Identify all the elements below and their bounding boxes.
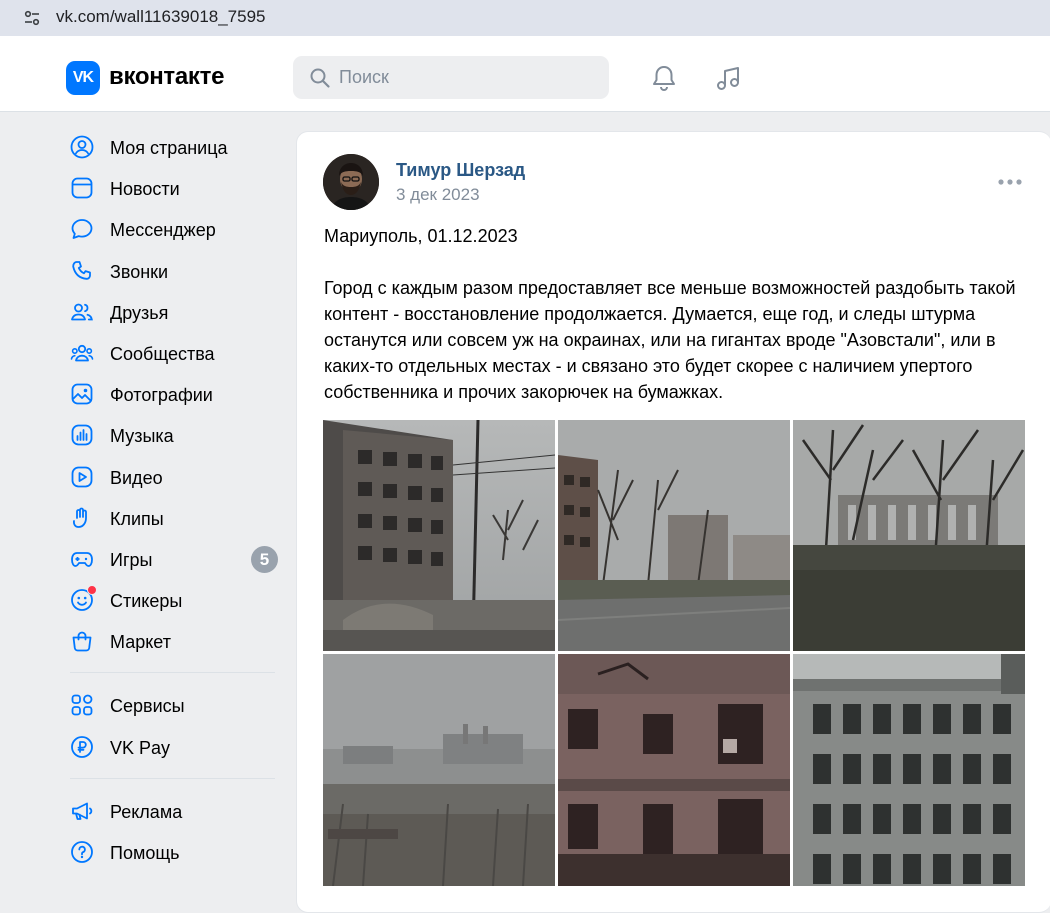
market-bag-icon [72, 631, 92, 652]
services-grid-icon [71, 695, 93, 716]
url-text[interactable]: vk.com/wall11639018_7595 [56, 6, 266, 28]
photo-image [558, 420, 790, 651]
sidebar-item-label: Стикеры [110, 591, 183, 612]
sidebar-item-label: Маркет [110, 632, 171, 653]
sidebar-item-stickers[interactable]: Стикеры [60, 579, 285, 620]
sidebar-item-photos[interactable]: Фотографии [60, 373, 285, 414]
sidebar-item-ads[interactable]: Реклама [60, 790, 285, 831]
sidebar-item-services[interactable]: Сервисы [60, 684, 285, 725]
vk-logo-text[interactable]: вконтакте [109, 63, 224, 91]
wall-post: Тимур Шерзад 3 дек 2023 Мариуполь, 01.12… [296, 131, 1050, 913]
search-box[interactable] [293, 56, 609, 99]
search-input[interactable] [339, 56, 599, 99]
clips-icon [73, 507, 87, 528]
gallery-photo-damaged-building[interactable] [558, 654, 790, 886]
search-icon [310, 68, 330, 88]
photo-icon [71, 383, 93, 405]
author-avatar[interactable] [323, 154, 379, 210]
browser-address-bar[interactable]: vk.com/wall11639018_7595 [0, 0, 1050, 36]
music-bars-icon [71, 424, 93, 446]
sidebar-divider [70, 777, 275, 779]
sidebar-item-label: Клипы [110, 508, 164, 529]
sidebar-item-label: VK Pay [110, 737, 171, 758]
sidebar-item-label: Новости [110, 179, 180, 200]
sidebar-item-my-page[interactable]: Моя страница [60, 126, 285, 167]
sidebar-item-games[interactable]: Игры 5 [60, 538, 285, 579]
sidebar-item-label: Игры [110, 549, 153, 570]
post-date[interactable]: 3 дек 2023 [396, 185, 480, 205]
sidebar-item-label: Сообщества [110, 343, 215, 364]
megaphone-icon [72, 802, 93, 820]
sidebar-item-video[interactable]: Видео [60, 456, 285, 497]
post-text-body: Город с каждым разом предоставляет все м… [324, 278, 1016, 402]
post-text: Мариуполь, 01.12.2023 Город с каждым раз… [324, 223, 1029, 431]
phone-icon [72, 260, 91, 280]
sidebar-item-label: Сервисы [110, 696, 185, 717]
user-circle-icon [70, 135, 94, 159]
site-settings-icon[interactable] [22, 8, 42, 28]
communities-icon [70, 344, 94, 362]
sidebar-item-label: Мессенджер [110, 220, 216, 241]
sidebar-item-music[interactable]: Музыка [60, 414, 285, 455]
vk-logo-icon[interactable]: VK [66, 61, 100, 95]
sidebar-item-label: Видео [110, 467, 163, 488]
vk-header: VK вконтакте [0, 36, 1050, 112]
post-author-name[interactable]: Тимур Шерзад [396, 160, 525, 181]
sidebar-item-calls[interactable]: Звонки [60, 250, 285, 291]
message-icon [71, 219, 93, 240]
news-icon [71, 177, 93, 199]
sidebar-item-label: Музыка [110, 426, 174, 447]
gallery-photo-bare-trees[interactable] [793, 420, 1025, 651]
vk-logo-mark: VK [72, 69, 94, 86]
photo-image [558, 654, 790, 886]
vkpay-icon [71, 735, 93, 758]
avatar-portrait-icon [323, 154, 379, 210]
sidebar-item-label: Реклама [110, 801, 183, 822]
video-icon [71, 466, 93, 487]
sidebar-item-label: Звонки [110, 261, 169, 282]
sidebar-item-market[interactable]: Маркет [60, 620, 285, 661]
photo-image [793, 654, 1025, 886]
sidebar-item-clips[interactable]: Клипы [60, 497, 285, 538]
post-text-title: Мариуполь, 01.12.2023 [324, 226, 518, 246]
gamepad-icon [71, 551, 93, 567]
games-count-badge: 5 [251, 545, 278, 573]
music-note-icon[interactable] [713, 62, 745, 94]
photo-image [793, 420, 1025, 651]
gallery-photo-building-facade[interactable] [793, 654, 1025, 886]
sidebar-item-messenger[interactable]: Мессенджер [60, 208, 285, 249]
left-sidebar: Моя страница Новости Мессенджер Звонки Д… [60, 126, 285, 872]
help-icon [71, 841, 93, 863]
more-options-icon[interactable] [997, 178, 1023, 186]
sidebar-item-friends[interactable]: Друзья [60, 291, 285, 332]
gallery-photo-ruined-apartment-street[interactable] [323, 420, 555, 651]
gallery-photo-foggy-road[interactable] [558, 420, 790, 651]
sidebar-item-communities[interactable]: Сообщества [60, 332, 285, 373]
friends-icon [71, 303, 93, 321]
photo-image [323, 420, 555, 651]
sidebar-item-label: Помощь [110, 843, 180, 863]
sidebar-item-label: Фотографии [110, 385, 213, 406]
gallery-photo-foggy-plant[interactable] [323, 654, 555, 886]
stickers-notification-dot [87, 585, 97, 596]
sidebar-item-help[interactable]: Помощь [60, 831, 285, 872]
sidebar-divider [70, 672, 275, 674]
sidebar-item-news[interactable]: Новости [60, 167, 285, 208]
bell-icon[interactable] [648, 62, 680, 94]
sidebar-item-vkpay[interactable]: VK Pay [60, 726, 285, 767]
sidebar-item-label: Моя страница [110, 138, 228, 158]
sidebar-item-label: Друзья [110, 302, 169, 323]
photo-image [323, 654, 555, 886]
